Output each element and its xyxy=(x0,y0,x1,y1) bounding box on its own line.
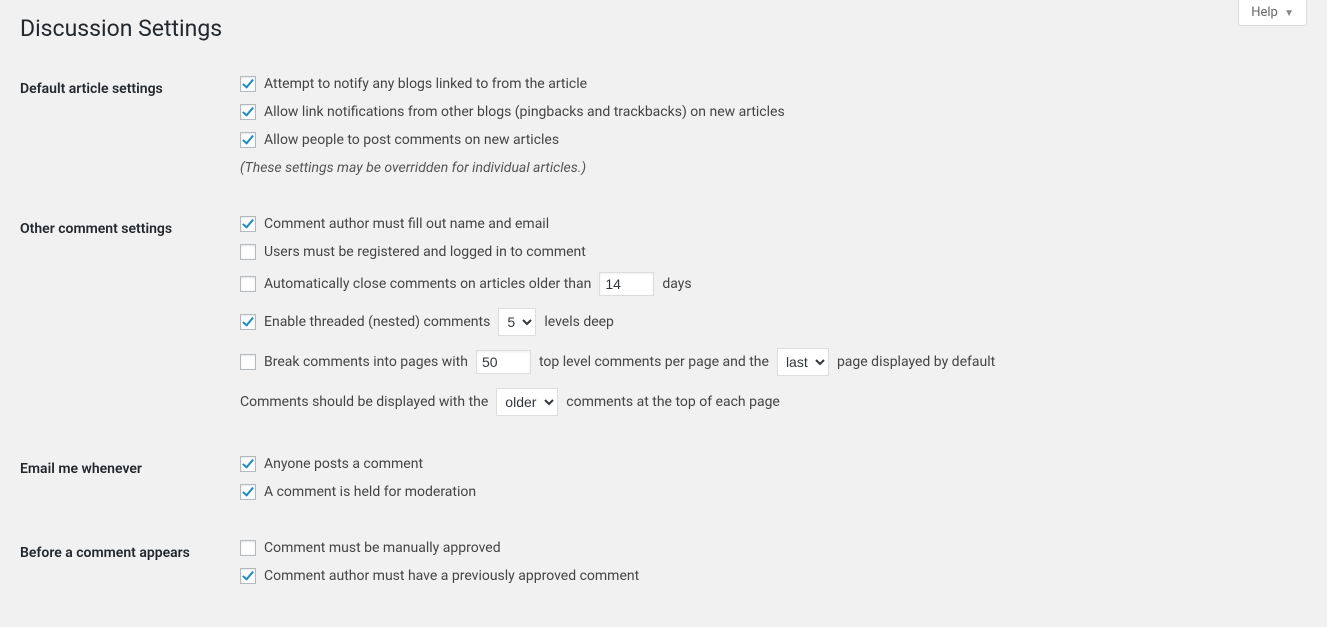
chevron-down-icon: ▼ xyxy=(1284,8,1294,19)
page-title: Discussion Settings xyxy=(20,0,1307,46)
allow-comments-label: Allow people to post comments on new art… xyxy=(264,132,559,148)
paginate-label-after: page displayed by default xyxy=(837,354,995,370)
require-registered-checkbox[interactable] xyxy=(240,244,256,260)
default-article-note: (These settings may be overridden for in… xyxy=(240,160,586,176)
anyone-posts-checkbox[interactable] xyxy=(240,456,256,472)
order-label-before: Comments should be displayed with the xyxy=(240,394,488,410)
notify-blogs-label: Attempt to notify any blogs linked to fr… xyxy=(264,76,587,92)
prev-approved-checkbox[interactable] xyxy=(240,568,256,584)
prev-approved-label: Comment author must have a previously ap… xyxy=(264,568,639,584)
threaded-label-after: levels deep xyxy=(544,314,614,330)
help-label: Help xyxy=(1251,5,1278,20)
held-moderation-label: A comment is held for moderation xyxy=(264,484,476,500)
threaded-label-before: Enable threaded (nested) comments xyxy=(264,314,490,330)
order-select[interactable]: older xyxy=(496,388,558,416)
anyone-posts-label: Anyone posts a comment xyxy=(264,456,423,472)
notify-blogs-checkbox[interactable] xyxy=(240,76,256,92)
paginate-default-page-select[interactable]: last xyxy=(777,348,829,376)
section-heading-other-comment: Other comment settings xyxy=(20,216,240,456)
threaded-levels-select[interactable]: 5 xyxy=(498,308,536,336)
require-name-email-checkbox[interactable] xyxy=(240,216,256,232)
section-heading-email-me: Email me whenever xyxy=(20,456,240,540)
paginate-checkbox[interactable] xyxy=(240,354,256,370)
require-registered-label: Users must be registered and logged in t… xyxy=(264,244,586,260)
manual-approve-label: Comment must be manually approved xyxy=(264,540,501,556)
paginate-label-before: Break comments into pages with xyxy=(264,354,468,370)
paginate-per-page-input[interactable] xyxy=(476,350,531,374)
auto-close-label-before: Automatically close comments on articles… xyxy=(264,276,591,292)
order-label-after: comments at the top of each page xyxy=(566,394,780,410)
help-tab[interactable]: Help ▼ xyxy=(1238,0,1307,26)
paginate-label-mid: top level comments per page and the xyxy=(539,354,769,370)
require-name-email-label: Comment author must fill out name and em… xyxy=(264,216,549,232)
auto-close-label-after: days xyxy=(662,276,691,292)
auto-close-days-input[interactable] xyxy=(599,272,654,296)
held-moderation-checkbox[interactable] xyxy=(240,484,256,500)
allow-comments-checkbox[interactable] xyxy=(240,132,256,148)
auto-close-checkbox[interactable] xyxy=(240,276,256,292)
section-heading-before-appears: Before a comment appears xyxy=(20,540,240,624)
threaded-checkbox[interactable] xyxy=(240,314,256,330)
manual-approve-checkbox[interactable] xyxy=(240,540,256,556)
allow-pingbacks-checkbox[interactable] xyxy=(240,104,256,120)
allow-pingbacks-label: Allow link notifications from other blog… xyxy=(264,104,785,120)
section-heading-default-article: Default article settings xyxy=(20,76,240,216)
